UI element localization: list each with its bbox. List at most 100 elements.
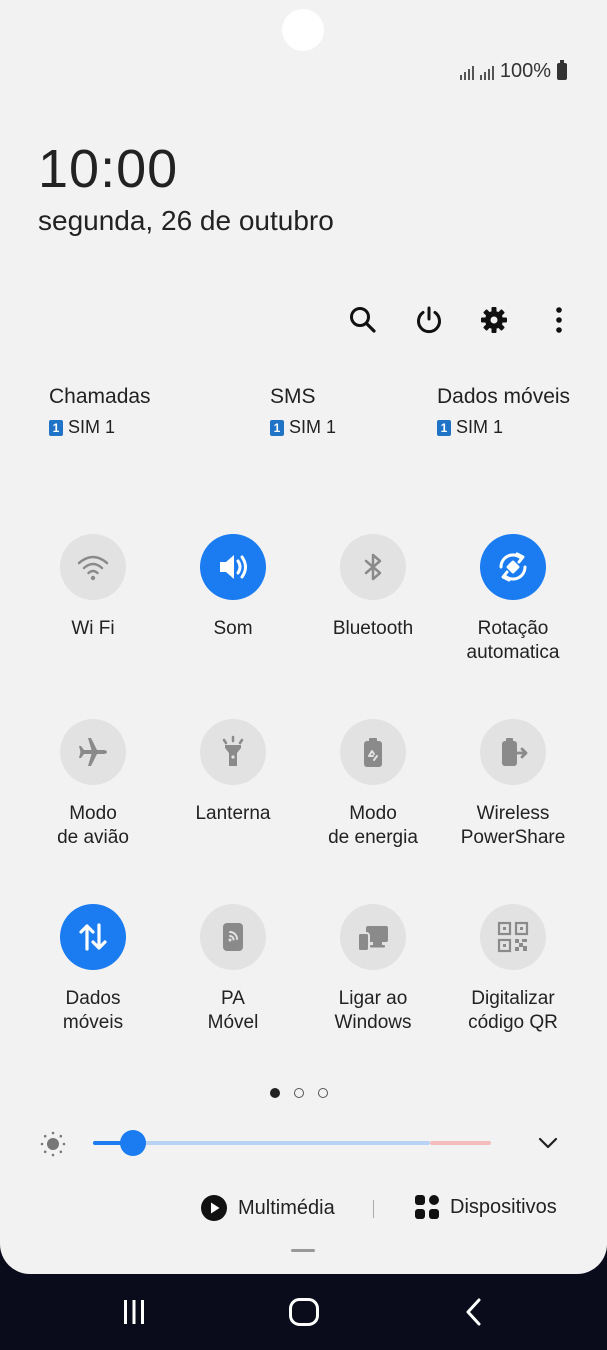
hotspot-icon xyxy=(223,923,243,951)
clock-date: segunda, 26 de outubro xyxy=(38,205,334,236)
tile-mobile-data-label: Dados móveis xyxy=(62,988,124,1033)
sim-mobile-data-title: Dados móveis xyxy=(437,385,571,408)
tile-flashlight-circle xyxy=(200,719,266,785)
tile-sound-circle xyxy=(200,534,266,600)
page-dot[interactable] xyxy=(318,1088,328,1098)
brightness-track-high[interactable] xyxy=(430,1141,491,1145)
tile-power-mode-label: Modo de energia xyxy=(328,803,418,848)
expand-button[interactable] xyxy=(532,1129,564,1157)
tile-power-mode[interactable]: Modo de energia xyxy=(303,719,443,850)
search-button[interactable] xyxy=(341,298,385,342)
devices-button[interactable]: Dispositivos xyxy=(414,1194,557,1220)
tile-link-to-windows-label: Ligar ao Windows xyxy=(334,988,412,1033)
search-icon xyxy=(350,307,376,333)
flashlight-icon xyxy=(222,735,244,766)
recents-icon xyxy=(124,1300,144,1324)
bluetooth-icon xyxy=(364,553,382,581)
home-icon xyxy=(289,1298,319,1326)
status-bar: 100% xyxy=(459,60,567,83)
sim-calls-value: SIM 1 xyxy=(68,417,116,437)
sim-badge-icon: 1 xyxy=(49,419,63,436)
tile-bluetooth-label: Bluetooth xyxy=(332,618,414,639)
battery-icon xyxy=(557,60,567,80)
tile-link-to-windows[interactable]: Ligar ao Windows xyxy=(303,904,443,1035)
tile-bluetooth[interactable]: Bluetooth xyxy=(303,534,443,641)
link-windows-icon xyxy=(357,926,388,952)
multimedia-label: Multimédia xyxy=(238,1196,335,1219)
front-camera-cutout xyxy=(282,9,324,51)
tile-mobile-hotspot-circle xyxy=(200,904,266,970)
tile-flashlight[interactable]: Lanterna xyxy=(163,719,303,826)
tile-mobile-hotspot-label: PA Móvel xyxy=(207,988,259,1033)
sim-calls-title: Chamadas xyxy=(49,385,151,408)
tile-mobile-data-circle xyxy=(60,904,126,970)
power-button[interactable] xyxy=(407,298,451,342)
tile-qr-scanner-label: Digitalizar código QR xyxy=(468,988,558,1033)
tile-sound-label: Som xyxy=(213,618,253,639)
play-circle-icon xyxy=(201,1195,227,1221)
sim-mobile-data[interactable]: Dados móveis 1 SIM 1 xyxy=(437,385,570,438)
multimedia-button[interactable]: Multimédia xyxy=(200,1194,335,1222)
devices-label: Dispositivos xyxy=(450,1195,557,1218)
sim-sms-title: SMS xyxy=(270,385,316,408)
back-button[interactable] xyxy=(444,1292,504,1332)
powershare-icon xyxy=(502,738,528,766)
tile-auto-rotate[interactable]: Rotação automatica xyxy=(443,534,583,665)
sim-calls[interactable]: Chamadas 1 SIM 1 xyxy=(49,385,151,438)
tile-wifi-label: Wi Fi xyxy=(71,618,115,639)
quick-panel-toolbar xyxy=(0,298,607,342)
media-devices-row: Multimédia Dispositivos xyxy=(0,1192,607,1226)
tile-wireless-powershare[interactable]: Wireless PowerShare xyxy=(443,719,583,850)
chevron-down-icon xyxy=(538,1137,558,1149)
clock-time: 10:00 xyxy=(38,139,179,199)
brightness-icon xyxy=(40,1131,66,1157)
tile-link-to-windows-circle xyxy=(340,904,406,970)
volume-icon xyxy=(220,555,247,579)
tile-wifi[interactable]: Wi Fi xyxy=(23,534,163,641)
power-icon xyxy=(417,306,441,334)
page-dot[interactable] xyxy=(294,1088,304,1098)
tile-auto-rotate-label: Rotação automatica xyxy=(466,618,560,663)
signal-icon xyxy=(459,64,474,80)
more-vert-icon xyxy=(556,307,562,333)
battery-percent: 100% xyxy=(499,60,551,82)
panel-drag-handle[interactable] xyxy=(291,1249,315,1252)
tile-mobile-hotspot[interactable]: PA Móvel xyxy=(163,904,303,1035)
recents-button[interactable] xyxy=(104,1292,164,1332)
sim-badge-icon: 1 xyxy=(437,419,451,436)
brightness-bar xyxy=(0,1125,607,1161)
tile-sound[interactable]: Som xyxy=(163,534,303,641)
rotate-icon xyxy=(499,552,527,582)
devices-grid-icon xyxy=(415,1195,439,1219)
settings-button[interactable] xyxy=(472,298,516,342)
battery-saver-icon xyxy=(364,738,382,767)
quick-panel: 100% 10:00 segunda, 26 de outubro Chamad… xyxy=(0,0,607,1274)
sim-badge-icon: 1 xyxy=(270,419,284,436)
tile-flashlight-label: Lanterna xyxy=(195,803,271,824)
sim-sms[interactable]: SMS 1 SIM 1 xyxy=(270,385,336,438)
tile-mobile-data[interactable]: Dados móveis xyxy=(23,904,163,1035)
gear-icon xyxy=(481,307,507,333)
tile-auto-rotate-circle xyxy=(480,534,546,600)
tile-wireless-powershare-circle xyxy=(480,719,546,785)
tile-wireless-powershare-label: Wireless PowerShare xyxy=(460,803,566,848)
back-icon xyxy=(466,1298,481,1326)
tile-qr-scanner-circle xyxy=(480,904,546,970)
home-button[interactable] xyxy=(274,1292,334,1332)
tile-airplane-mode[interactable]: Modo de avião xyxy=(23,719,163,850)
tile-airplane-mode-circle xyxy=(60,719,126,785)
more-options-button[interactable] xyxy=(537,298,581,342)
sim-mobile-data-value: SIM 1 xyxy=(456,417,504,437)
tile-qr-scanner[interactable]: Digitalizar código QR xyxy=(443,904,583,1035)
qr-code-icon xyxy=(497,921,529,953)
page-dot[interactable] xyxy=(270,1088,280,1098)
wifi-icon xyxy=(77,555,109,581)
signal-icon xyxy=(479,64,494,80)
sim-sms-value: SIM 1 xyxy=(289,417,337,437)
page-indicator xyxy=(270,1088,328,1098)
brightness-slider-thumb[interactable] xyxy=(119,1130,146,1156)
navigation-bar xyxy=(0,1274,607,1350)
tile-power-mode-circle xyxy=(340,719,406,785)
tile-bluetooth-circle xyxy=(340,534,406,600)
airplane-icon xyxy=(79,738,107,766)
